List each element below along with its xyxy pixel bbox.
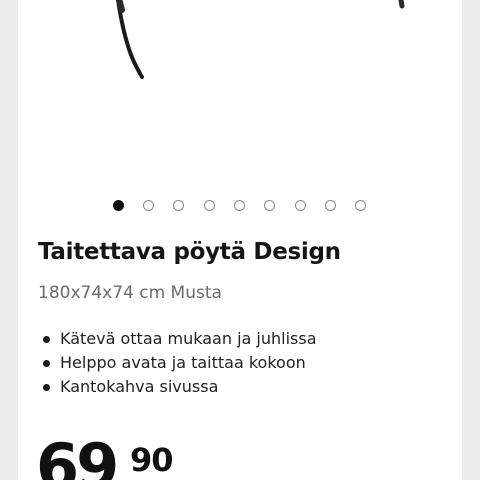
carousel-dot-8[interactable] — [325, 200, 336, 211]
carousel-dot-3[interactable] — [173, 200, 184, 211]
carousel-dot-5[interactable] — [234, 200, 245, 211]
product-image[interactable] — [38, 0, 442, 180]
carousel-dot-4[interactable] — [204, 200, 215, 211]
carousel-dot-2[interactable] — [143, 200, 154, 211]
feature-text: Helppo avata ja taittaa kokoon — [60, 353, 306, 372]
price: 69 90 — [36, 436, 236, 480]
carousel-dot-6[interactable] — [264, 200, 275, 211]
folding-table-image — [116, 0, 405, 79]
feature-item: Helppo avata ja taittaa kokoon — [40, 352, 317, 376]
feature-text: Kantokahva sivussa — [60, 377, 219, 396]
product-title: Taitettava pöytä Design — [38, 239, 341, 265]
bullet-icon — [43, 336, 50, 343]
feature-item: Kantokahva sivussa — [40, 376, 317, 400]
feature-item: Kätevä ottaa mukaan ja juhlissa — [40, 328, 317, 352]
product-card: Taitettava pöytä Design 180x74x74 cm Mus… — [18, 0, 462, 480]
carousel-dot-7[interactable] — [295, 200, 306, 211]
carousel-dot-9[interactable] — [355, 200, 366, 211]
bullet-icon — [43, 360, 50, 367]
feature-list: Kätevä ottaa mukaan ja juhlissa Helppo a… — [40, 328, 317, 400]
price-integer: 69 — [36, 436, 119, 480]
bullet-icon — [43, 384, 50, 391]
feature-text: Kätevä ottaa mukaan ja juhlissa — [60, 329, 317, 348]
carousel-dot-1[interactable] — [113, 200, 124, 211]
product-subtitle: 180x74x74 cm Musta — [38, 283, 222, 303]
image-carousel-dots — [18, 198, 462, 214]
price-decimals: 90 — [130, 441, 174, 479]
